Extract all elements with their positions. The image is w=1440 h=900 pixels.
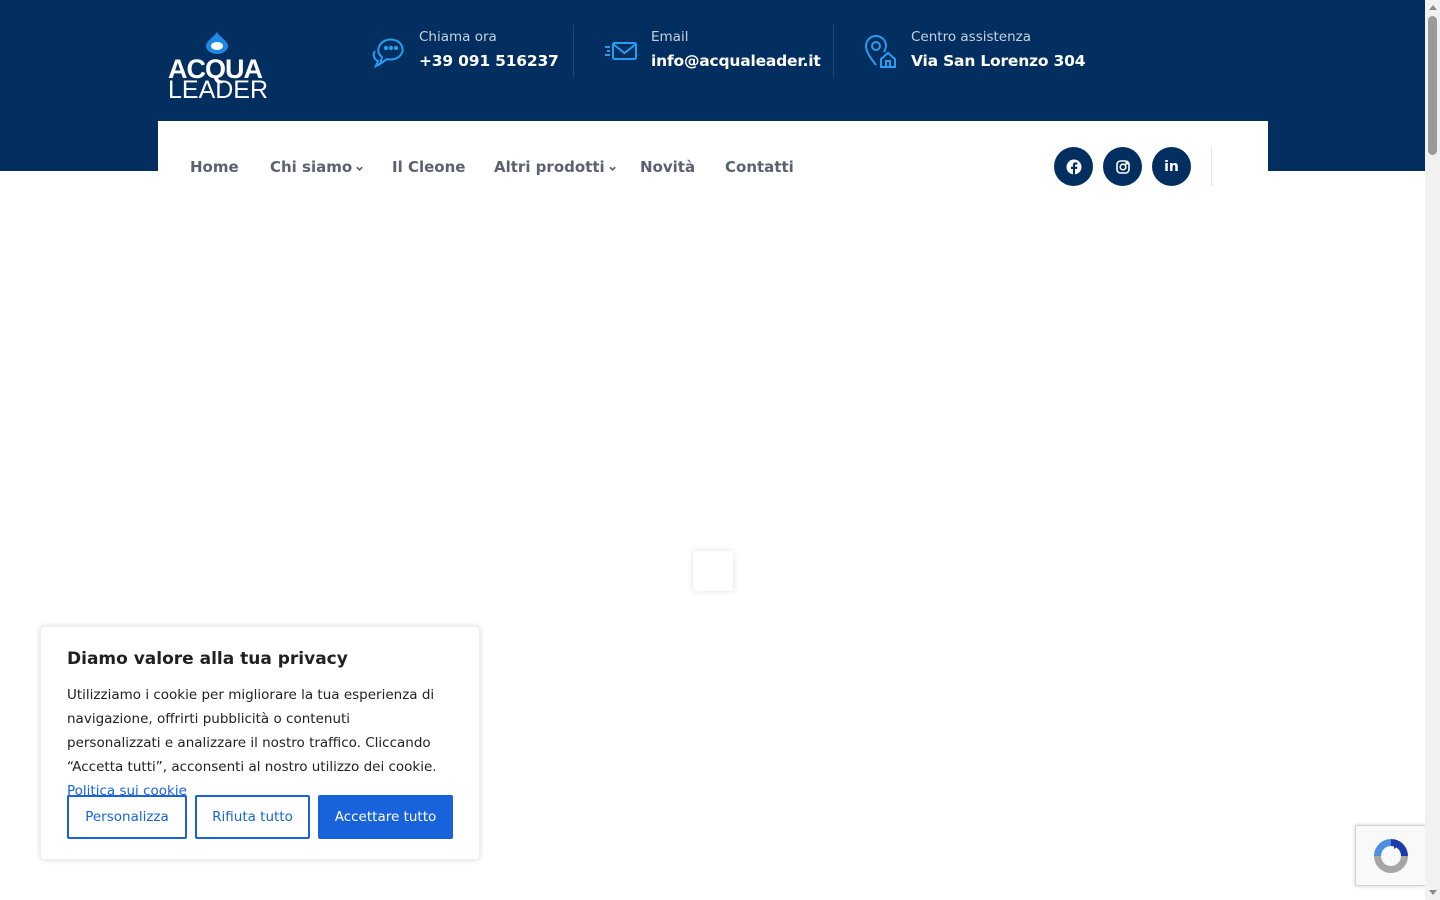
reject-all-button[interactable]: Rifiuta tutto — [195, 795, 310, 839]
contact-phone[interactable]: Chiama ora +39 091 516237 — [371, 26, 559, 76]
contact-email[interactable]: Email info@acqualeader.it — [603, 26, 821, 76]
nav-label: Contatti — [725, 158, 794, 176]
recaptcha-badge[interactable] — [1355, 825, 1425, 886]
recaptcha-icon — [1373, 838, 1408, 873]
water-drop-icon — [206, 32, 228, 54]
nav-item-contatti[interactable]: Contatti — [725, 157, 794, 177]
nav-item-chi-siamo[interactable]: Chi siamo — [270, 157, 364, 177]
cookie-consent-banner: Diamo valore alla tua privacy Utilizziam… — [40, 626, 480, 860]
nav-item-home[interactable]: Home — [190, 157, 239, 177]
facebook-icon — [1066, 159, 1081, 175]
scroll-down-arrow-icon[interactable] — [1429, 890, 1437, 895]
divider — [1211, 146, 1212, 186]
divider — [833, 25, 834, 77]
nav-item-il-cleone[interactable]: Il Cleone — [392, 157, 465, 177]
linkedin-button[interactable]: in — [1152, 147, 1191, 186]
nav-label: Il Cleone — [392, 158, 466, 176]
contact-support-center[interactable]: Centro assistenza Via San Lorenzo 304 — [863, 26, 1085, 76]
nav-label: Home — [190, 158, 239, 176]
page-loader — [693, 551, 733, 591]
nav-label: Chi siamo — [270, 158, 353, 176]
contact-label: Email — [651, 29, 689, 45]
nav-label: Novità — [640, 158, 696, 176]
location-home-icon — [864, 35, 896, 68]
nav-label: Altri prodotti — [494, 158, 605, 176]
chevron-down-icon — [608, 166, 616, 171]
logo-text-leader: LEADER — [168, 76, 269, 104]
acqua-leader-logo[interactable]: ACQUA LEADER — [166, 32, 270, 104]
nav-item-altri-prodotti[interactable]: Altri prodotti — [494, 157, 617, 177]
contact-value[interactable]: Via San Lorenzo 304 — [911, 48, 1085, 74]
envelope-icon — [605, 42, 637, 60]
scroll-up-arrow-icon[interactable] — [1429, 5, 1437, 10]
contact-value[interactable]: +39 091 516237 — [419, 48, 559, 74]
contact-label: Chiama ora — [419, 29, 497, 45]
cookie-banner-text: Utilizziamo i cookie per migliorare la t… — [67, 683, 447, 803]
chevron-down-icon — [356, 166, 363, 171]
cookie-banner-title: Diamo valore alla tua privacy — [67, 649, 348, 669]
linkedin-icon: in — [1164, 158, 1179, 175]
instagram-button[interactable] — [1103, 147, 1142, 186]
nav-item-novita[interactable]: Novità — [640, 157, 695, 177]
page-scrollbar[interactable] — [1425, 0, 1440, 900]
facebook-button[interactable] — [1054, 147, 1093, 186]
chat-bubble-icon — [372, 38, 404, 69]
instagram-icon — [1115, 159, 1130, 174]
cookie-banner-body: Utilizziamo i cookie per migliorare la t… — [67, 687, 437, 775]
accept-all-button[interactable]: Accettare tutto — [318, 795, 453, 839]
main-navigation: Home Chi siamo Il Cleone Altri prodotti … — [158, 121, 1268, 211]
divider — [573, 25, 574, 77]
customize-button[interactable]: Personalizza — [67, 795, 187, 839]
contact-value[interactable]: info@acqualeader.it — [651, 48, 821, 74]
scrollbar-thumb[interactable] — [1428, 16, 1437, 155]
contact-label: Centro assistenza — [911, 29, 1032, 45]
